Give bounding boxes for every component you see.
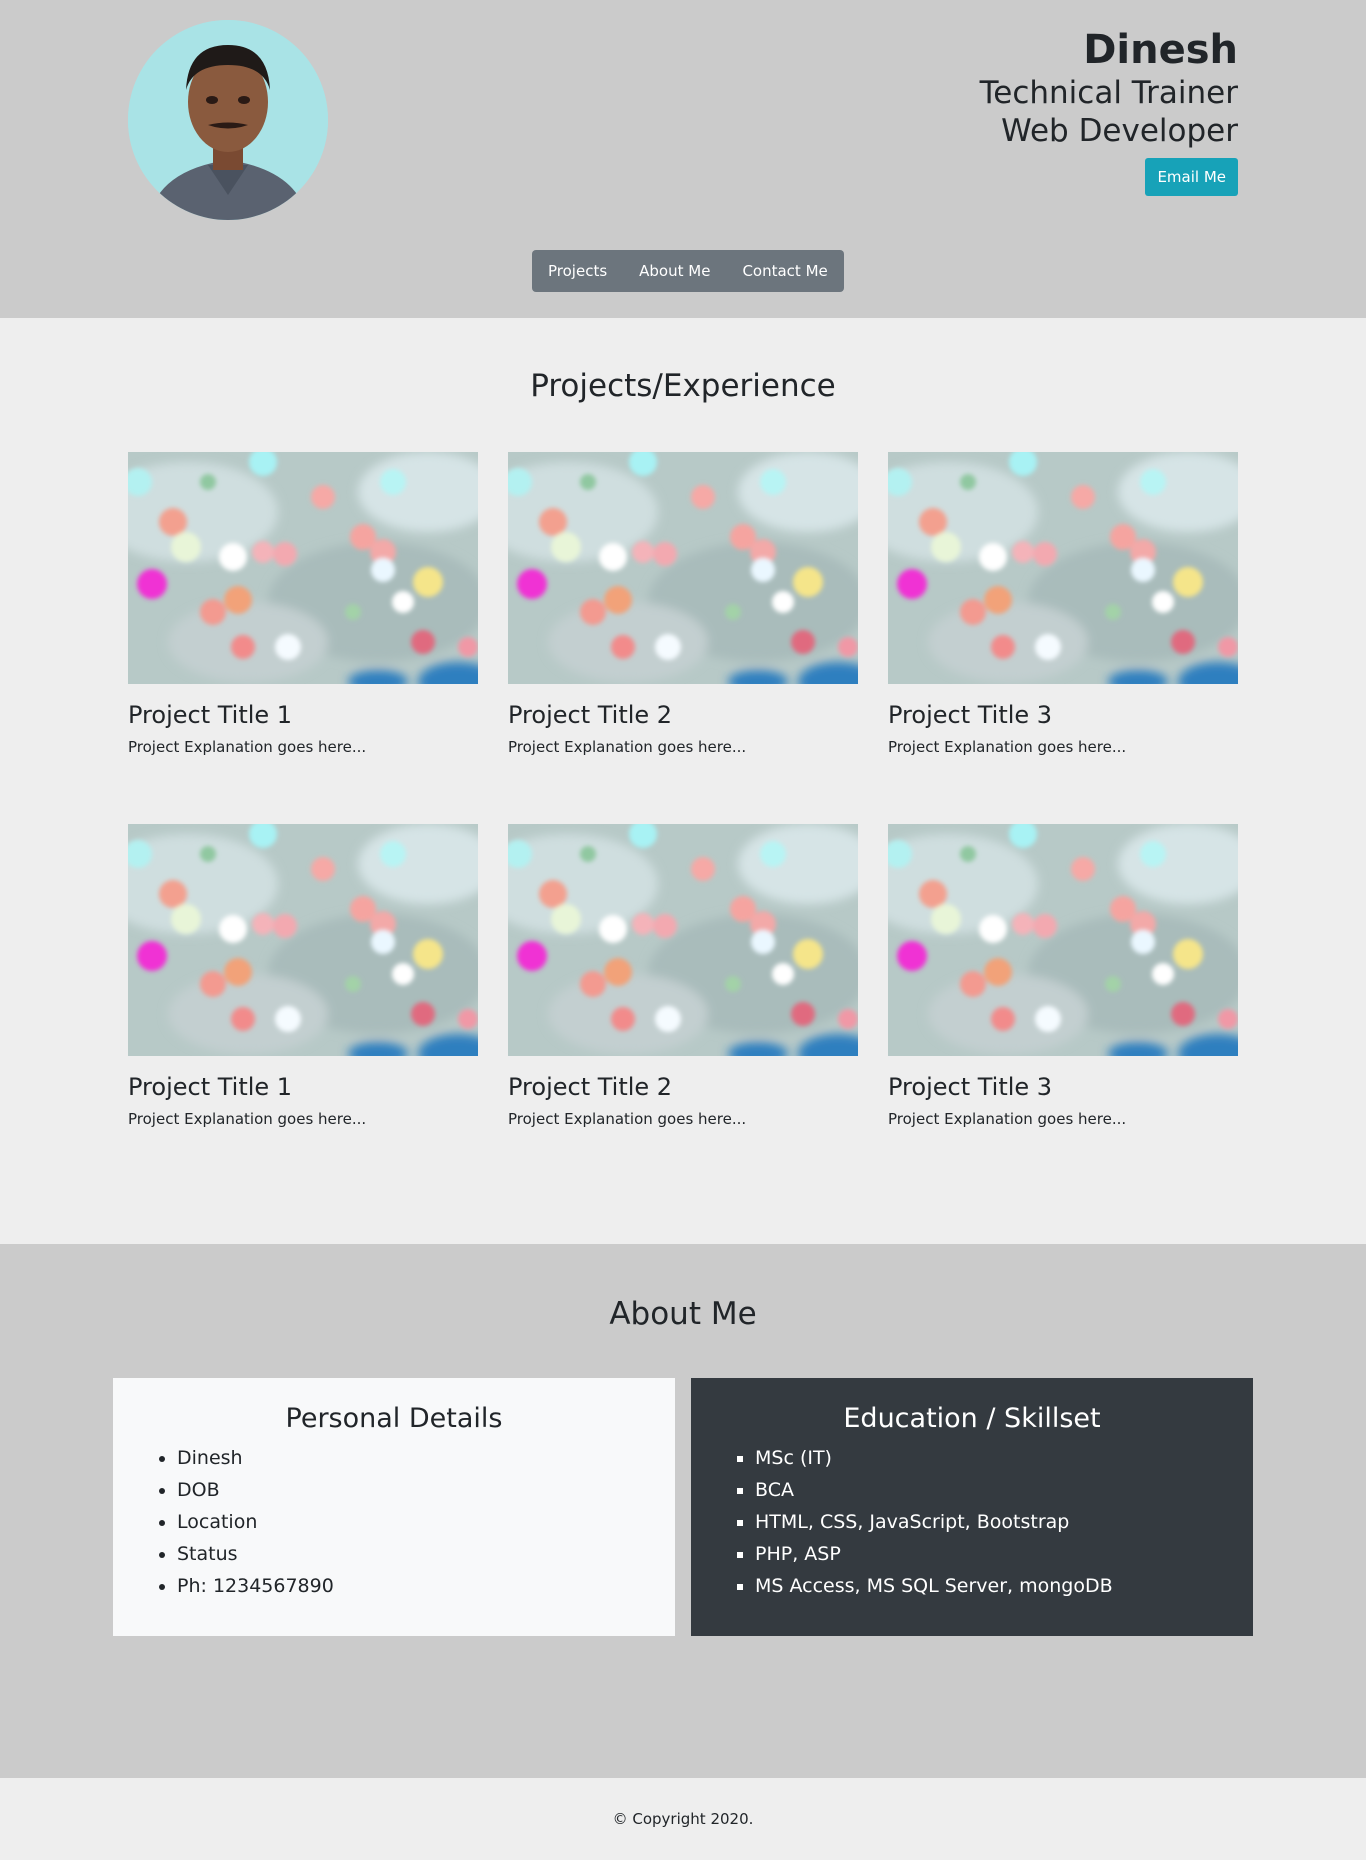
project-title: Project Title 2 <box>508 1073 673 1101</box>
list-item: Dinesh <box>177 1442 635 1474</box>
education-skillset-panel: Education / Skillset MSc (IT) BCA HTML, … <box>691 1378 1253 1636</box>
project-title: Project Title 2 <box>508 701 673 729</box>
list-item: MS Access, MS SQL Server, mongoDB <box>755 1570 1213 1602</box>
list-item: Location <box>177 1506 635 1538</box>
personal-details-title: Personal Details <box>285 1403 503 1434</box>
hero-name: Dinesh <box>1083 27 1238 73</box>
project-image <box>888 824 1238 1056</box>
education-skillset-list: MSc (IT) BCA HTML, CSS, JavaScript, Boot… <box>731 1442 1213 1602</box>
project-text: Project Explanation goes here... <box>888 1110 1127 1128</box>
about-title: About Me <box>609 1296 757 1332</box>
project-card[interactable]: Project Title 1 Project Explanation goes… <box>128 824 478 1130</box>
nav-item-contact-me[interactable]: Contact Me <box>726 250 843 292</box>
project-text: Project Explanation goes here... <box>888 738 1127 756</box>
header: Dinesh Technical Trainer Web Developer E… <box>0 0 1366 318</box>
personal-details-panel: Personal Details Dinesh DOB Location Sta… <box>113 1378 675 1636</box>
list-item: BCA <box>755 1474 1213 1506</box>
hero-text: Dinesh Technical Trainer Web Developer E… <box>980 26 1238 196</box>
project-text: Project Explanation goes here... <box>508 1110 747 1128</box>
email-me-button[interactable]: Email Me <box>1145 158 1238 196</box>
personal-details-list: Dinesh DOB Location Status Ph: 123456789… <box>153 1442 635 1602</box>
project-card[interactable]: Project Title 1 Project Explanation goes… <box>128 452 478 758</box>
project-image <box>128 824 478 1056</box>
project-card[interactable]: Project Title 2 Project Explanation goes… <box>508 824 858 1130</box>
project-card[interactable]: Project Title 2 Project Explanation goes… <box>508 452 858 758</box>
profile-photo <box>128 20 328 220</box>
hero-role-trainer: Technical Trainer <box>979 75 1238 111</box>
copyright-text: © Copyright 2020. <box>612 1810 754 1828</box>
footer: © Copyright 2020. <box>0 1778 1366 1860</box>
nav-bar: Projects About Me Contact Me <box>532 250 844 292</box>
list-item: PHP, ASP <box>755 1538 1213 1570</box>
project-card[interactable]: Project Title 3 Project Explanation goes… <box>888 452 1238 758</box>
nav-item-projects[interactable]: Projects <box>532 250 623 292</box>
list-item: HTML, CSS, JavaScript, Bootstrap <box>755 1506 1213 1538</box>
list-item: MSc (IT) <box>755 1442 1213 1474</box>
list-item: Status <box>177 1538 635 1570</box>
project-text: Project Explanation goes here... <box>128 1110 367 1128</box>
project-image <box>508 824 858 1056</box>
project-title: Project Title 1 <box>128 701 293 729</box>
project-title: Project Title 3 <box>888 701 1053 729</box>
project-title: Project Title 3 <box>888 1073 1053 1101</box>
project-image <box>888 452 1238 684</box>
project-card[interactable]: Project Title 3 Project Explanation goes… <box>888 824 1238 1130</box>
project-image <box>128 452 478 684</box>
project-text: Project Explanation goes here... <box>128 738 367 756</box>
project-text: Project Explanation goes here... <box>508 738 747 756</box>
education-skillset-title: Education / Skillset <box>843 1403 1101 1434</box>
projects-title: Projects/Experience <box>530 368 836 404</box>
project-image <box>508 452 858 684</box>
project-title: Project Title 1 <box>128 1073 293 1101</box>
list-item: DOB <box>177 1474 635 1506</box>
list-item: Ph: 1234567890 <box>177 1570 635 1602</box>
hero-role-developer: Web Developer <box>1001 113 1238 149</box>
person-icon <box>128 20 328 220</box>
nav-item-about-me[interactable]: About Me <box>623 250 726 292</box>
